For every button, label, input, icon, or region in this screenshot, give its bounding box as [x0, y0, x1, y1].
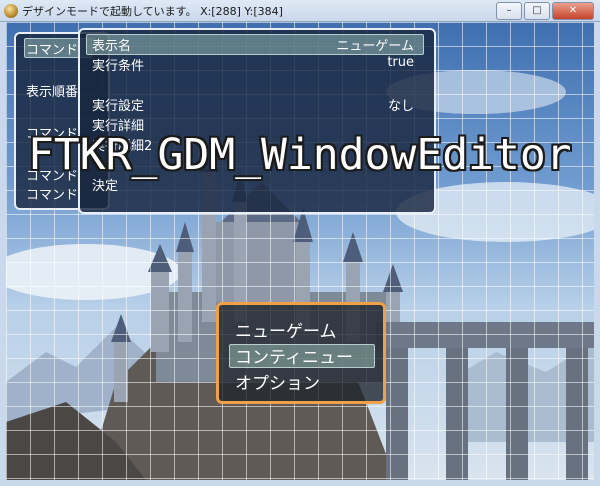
- property-label: 表示名: [92, 39, 132, 54]
- maximize-button[interactable]: □: [524, 2, 550, 20]
- property-value: true: [387, 55, 414, 70]
- minimize-button[interactable]: –: [496, 2, 522, 20]
- window-titlebar: デザインモードで起動しています。 X:[288] Y:[384] – □ ✕: [0, 0, 600, 22]
- title-command-continue[interactable]: コンティニュー: [235, 343, 353, 368]
- plugin-title-overlay: FTKR_GDM_WindowEditor: [28, 130, 572, 180]
- close-button[interactable]: ✕: [552, 2, 594, 20]
- command-properties-window[interactable]: 表示名 ニューゲーム 実行条件 true 実行設定 なし 実行詳細 実行詳細2 …: [78, 28, 436, 214]
- command-list-item[interactable]: 表示順番: [26, 81, 78, 100]
- rpg-maker-icon: [4, 4, 18, 18]
- window-frame-bottom: [0, 480, 600, 486]
- window-frame-right: [594, 22, 600, 480]
- title-command-new-game[interactable]: ニューゲーム: [235, 317, 337, 342]
- property-value: なし: [387, 99, 414, 114]
- command-list-item[interactable]: コマンド: [26, 184, 78, 203]
- game-canvas[interactable]: コマンド 表示順番 コマンド コマンド コマンド 表示名 ニューゲーム 実行条件…: [6, 22, 594, 480]
- command-list-item[interactable]: コマンド: [26, 39, 78, 58]
- caption-buttons: – □ ✕: [494, 2, 594, 20]
- title-command-window[interactable]: ニューゲーム コンティニュー オプション: [216, 302, 386, 404]
- property-label: 実行条件: [92, 59, 145, 74]
- property-label: 実行設定: [92, 99, 145, 114]
- title-command-options[interactable]: オプション: [235, 369, 320, 394]
- window-title: デザインモードで起動しています。 X:[288] Y:[384]: [22, 5, 283, 18]
- property-value: ニューゲーム: [336, 39, 414, 54]
